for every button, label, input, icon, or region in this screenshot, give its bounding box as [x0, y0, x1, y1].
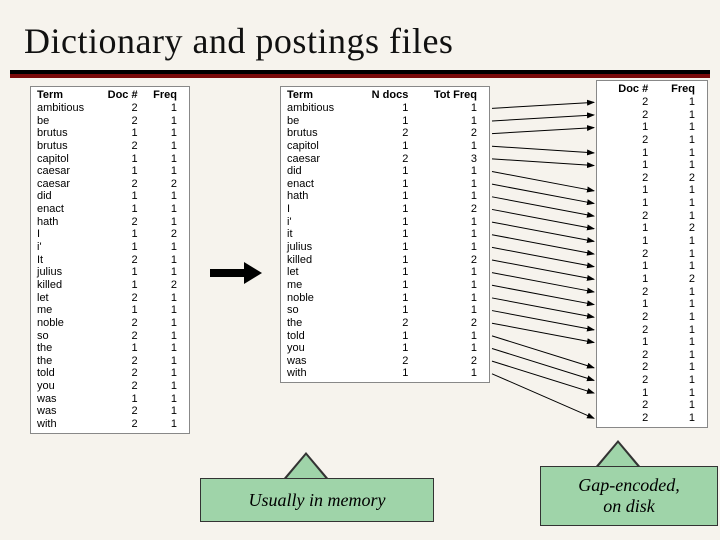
table-row: I12 — [285, 203, 485, 216]
col-freq: Freq — [656, 83, 703, 96]
table-row: i'11 — [35, 241, 185, 254]
table-row: 21 — [601, 349, 703, 362]
col-doc: Doc # — [99, 89, 146, 102]
table-row: let21 — [35, 292, 185, 305]
table-row: with11 — [285, 367, 485, 380]
table-row: noble11 — [285, 292, 485, 305]
table-row: 21 — [601, 286, 703, 299]
table-row: 21 — [601, 361, 703, 374]
table-row: 21 — [601, 96, 703, 109]
table-row: be21 — [35, 115, 185, 128]
table-row: 21 — [601, 248, 703, 261]
col-doc: Doc # — [601, 83, 656, 96]
table-row: 11 — [601, 184, 703, 197]
table-row: 11 — [601, 197, 703, 210]
table-row: caesar22 — [35, 178, 185, 191]
table-row: noble21 — [35, 317, 185, 330]
table-row: 21 — [601, 109, 703, 122]
table-row: caesar23 — [285, 153, 485, 166]
col-term: Term — [285, 89, 356, 102]
table-row: told11 — [285, 330, 485, 343]
table-row: be11 — [285, 115, 485, 128]
table-row: the11 — [35, 342, 185, 355]
table-row: 12 — [601, 222, 703, 235]
table-row: caesar11 — [35, 165, 185, 178]
table-row: capitol11 — [35, 153, 185, 166]
table-row: 11 — [601, 121, 703, 134]
table-row: julius11 — [35, 266, 185, 279]
table-row: 11 — [601, 147, 703, 160]
table-row: the21 — [35, 355, 185, 368]
postings-file-table: Doc # Freq 21211121111122111121121121111… — [596, 80, 708, 428]
table-row: me11 — [285, 279, 485, 292]
table-row: 11 — [601, 298, 703, 311]
table-row: 11 — [601, 260, 703, 273]
arrow-left-to-mid — [210, 262, 262, 284]
callout-gap-encoded-on-disk: Gap-encoded, on disk — [540, 466, 718, 526]
table-row: was11 — [35, 393, 185, 406]
table-row: 21 — [601, 134, 703, 147]
title-rule — [10, 70, 710, 78]
table-row: 12 — [601, 273, 703, 286]
table-row: julius11 — [285, 241, 485, 254]
col-term: Term — [35, 89, 99, 102]
table-row: 21 — [601, 374, 703, 387]
table-row: ambitious21 — [35, 102, 185, 115]
table-row: so11 — [285, 304, 485, 317]
table-row: brutus21 — [35, 140, 185, 153]
table-row: 21 — [601, 210, 703, 223]
table-row: 11 — [601, 336, 703, 349]
table-row: the22 — [285, 317, 485, 330]
table-row: 21 — [601, 399, 703, 412]
col-totfreq: Tot Freq — [416, 89, 485, 102]
table-row: I12 — [35, 228, 185, 241]
table-row: enact11 — [35, 203, 185, 216]
table-row: 21 — [601, 311, 703, 324]
table-row: hath21 — [35, 216, 185, 229]
table-row: 22 — [601, 172, 703, 185]
table-row: was21 — [35, 405, 185, 418]
table-row: 11 — [601, 159, 703, 172]
callout-memory-text: Usually in memory — [249, 490, 386, 511]
table-row: you21 — [35, 380, 185, 393]
table-row: it11 — [285, 228, 485, 241]
table-row: enact11 — [285, 178, 485, 191]
table-row: hath11 — [285, 190, 485, 203]
table-row: 21 — [601, 324, 703, 337]
table-row: killed12 — [285, 254, 485, 267]
table-row: 21 — [601, 412, 703, 425]
table-row: so21 — [35, 330, 185, 343]
raw-postings-table: Term Doc # Freq ambitious21be21brutus11b… — [30, 86, 190, 434]
table-row: brutus22 — [285, 127, 485, 140]
table-row: 11 — [601, 235, 703, 248]
table-row: with21 — [35, 418, 185, 431]
table-row: let11 — [285, 266, 485, 279]
table-row: you11 — [285, 342, 485, 355]
table-row: did11 — [285, 165, 485, 178]
table-row: me11 — [35, 304, 185, 317]
table-row: i'11 — [285, 216, 485, 229]
slide-title: Dictionary and postings files — [24, 20, 453, 62]
table-row: capitol11 — [285, 140, 485, 153]
table-row: It21 — [35, 254, 185, 267]
table-row: ambitious11 — [285, 102, 485, 115]
callout-disk-text: Gap-encoded, on disk — [578, 475, 679, 516]
table-row: brutus11 — [35, 127, 185, 140]
table-row: told21 — [35, 367, 185, 380]
table-row: did11 — [35, 190, 185, 203]
callout-usually-in-memory: Usually in memory — [200, 478, 434, 522]
table-row: 11 — [601, 387, 703, 400]
table-row: was22 — [285, 355, 485, 368]
col-freq: Freq — [146, 89, 185, 102]
dictionary-table: Term N docs Tot Freq ambitious11be11brut… — [280, 86, 490, 383]
col-ndocs: N docs — [356, 89, 416, 102]
table-row: killed12 — [35, 279, 185, 292]
